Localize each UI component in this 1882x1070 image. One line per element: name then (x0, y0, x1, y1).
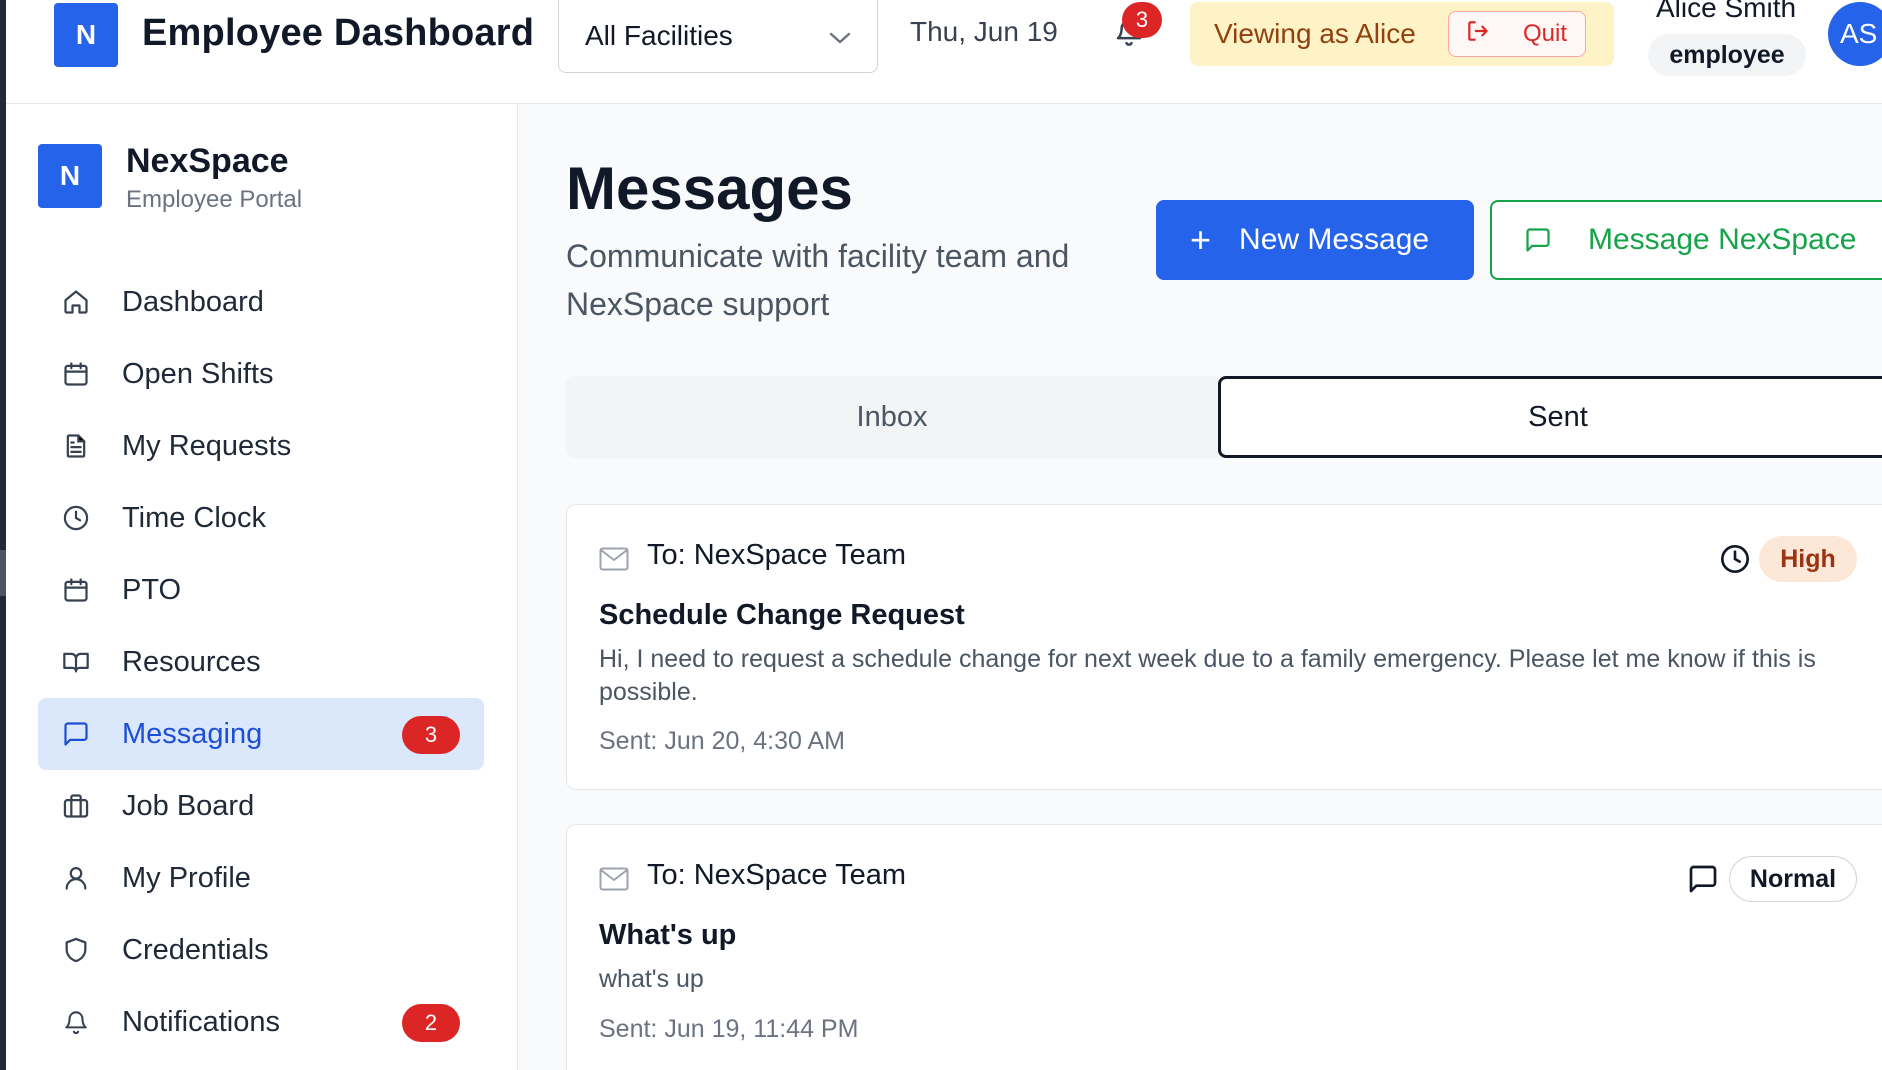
sidebar-item-label: Job Board (122, 789, 255, 822)
sidebar-item-dashboard[interactable]: Dashboard (38, 266, 484, 338)
mail-icon (599, 867, 629, 896)
sidebar-item-pto[interactable]: PTO (38, 554, 484, 626)
new-message-button[interactable]: + New Message (1156, 200, 1474, 280)
user-icon (60, 862, 92, 894)
sidebar-item-job-board[interactable]: Job Board (38, 770, 484, 842)
facility-select[interactable]: All Facilities (558, 0, 878, 73)
calendar-icon (60, 574, 92, 606)
sidebar-item-label: My Profile (122, 861, 251, 894)
priority-badge: High (1759, 536, 1857, 582)
message-recipient: To: NexSpace Team (647, 859, 906, 891)
notifications-count-badge: 2 (402, 1004, 460, 1042)
message-square-icon (1687, 863, 1719, 900)
sidebar: N NexSpace Employee Portal Dashboard Ope… (6, 104, 518, 1070)
message-nexspace-label: Message NexSpace (1588, 223, 1857, 256)
sidebar-item-label: Messaging (122, 717, 263, 750)
app-logo: N (54, 3, 118, 67)
viewing-as-text: Viewing as Alice (1214, 18, 1416, 49)
message-subject: What's up (599, 919, 737, 951)
message-square-icon (1524, 226, 1552, 254)
plus-icon: + (1190, 219, 1212, 260)
brand-logo: N (38, 144, 102, 208)
sidebar-item-label: Open Shifts (122, 357, 274, 390)
message-body: what's up (599, 965, 704, 993)
message-subject: Schedule Change Request (599, 599, 965, 631)
app-title: Employee Dashboard (142, 12, 535, 54)
sidebar-item-resources[interactable]: Resources (38, 626, 484, 698)
message-card[interactable]: To: NexSpace Team High Schedule Change R… (566, 504, 1882, 790)
sidebar-item-label: Time Clock (122, 501, 266, 534)
message-tabs: Inbox Sent (566, 376, 1882, 458)
tab-inbox[interactable]: Inbox (566, 376, 1218, 458)
page-subtitle: Communicate with facility team and NexSp… (566, 238, 1070, 322)
sidebar-item-my-profile[interactable]: My Profile (38, 842, 484, 914)
shield-icon (60, 934, 92, 966)
sidebar-item-label: Resources (122, 645, 261, 678)
sidebar-item-label: Dashboard (122, 285, 264, 318)
top-header: N Employee Dashboard All Facilities Thu,… (6, 0, 1882, 104)
priority-badge: Normal (1729, 856, 1857, 902)
quit-button[interactable]: Quit (1448, 11, 1586, 57)
sidebar-item-label: Credentials (122, 933, 269, 966)
sidebar-item-my-requests[interactable]: My Requests (38, 410, 484, 482)
sidebar-item-notifications[interactable]: Notifications 2 (38, 986, 484, 1058)
calendar-icon (60, 358, 92, 390)
facility-select-value: All Facilities (585, 20, 733, 51)
new-message-label: New Message (1239, 223, 1430, 256)
message-sent-time: Sent: Jun 20, 4:30 AM (599, 727, 845, 755)
brand-name: NexSpace (126, 142, 289, 180)
avatar[interactable]: AS (1828, 2, 1882, 66)
page-title: Messages (566, 155, 853, 222)
sidebar-nav: Dashboard Open Shifts My Requests Time C… (38, 266, 484, 1058)
user-name: Alice Smith (1656, 0, 1797, 23)
clock-icon (1719, 543, 1751, 580)
message-card[interactable]: To: NexSpace Team Normal What's up what'… (566, 824, 1882, 1070)
sidebar-item-time-clock[interactable]: Time Clock (38, 482, 484, 554)
main-content: Messages Communicate with facility team … (518, 104, 1882, 1070)
home-icon (60, 286, 92, 318)
sidebar-item-credentials[interactable]: Credentials (38, 914, 484, 986)
sidebar-item-open-shifts[interactable]: Open Shifts (38, 338, 484, 410)
user-role-badge: employee (1648, 34, 1806, 76)
impersonation-banner: Viewing as Alice Quit (1190, 2, 1614, 66)
brand-subtitle: Employee Portal (126, 186, 303, 213)
notification-count-badge: 3 (1122, 2, 1162, 38)
tab-sent[interactable]: Sent (1218, 376, 1882, 458)
current-date: Thu, Jun 19 (910, 16, 1058, 47)
message-body: Hi, I need to request a schedule change … (599, 645, 1816, 706)
clock-icon (60, 502, 92, 534)
app-frame: N Employee Dashboard All Facilities Thu,… (0, 0, 1882, 1070)
message-sent-time: Sent: Jun 19, 11:44 PM (599, 1015, 859, 1043)
chevron-down-icon (829, 20, 851, 52)
sidebar-item-label: My Requests (122, 429, 292, 462)
bell-icon (60, 1006, 92, 1038)
sidebar-item-label: PTO (122, 573, 182, 606)
quit-label: Quit (1522, 20, 1567, 47)
messaging-count-badge: 3 (402, 716, 460, 754)
message-nexspace-button[interactable]: Message NexSpace (1490, 200, 1882, 280)
file-text-icon (60, 430, 92, 462)
message-recipient: To: NexSpace Team (647, 539, 906, 571)
log-out-icon (1465, 18, 1491, 51)
sidebar-item-label: Notifications (122, 1005, 280, 1038)
book-open-icon (60, 646, 92, 678)
message-square-icon (60, 718, 92, 750)
briefcase-icon (60, 790, 92, 822)
sidebar-item-messaging[interactable]: Messaging 3 (38, 698, 484, 770)
mail-icon (599, 547, 629, 576)
